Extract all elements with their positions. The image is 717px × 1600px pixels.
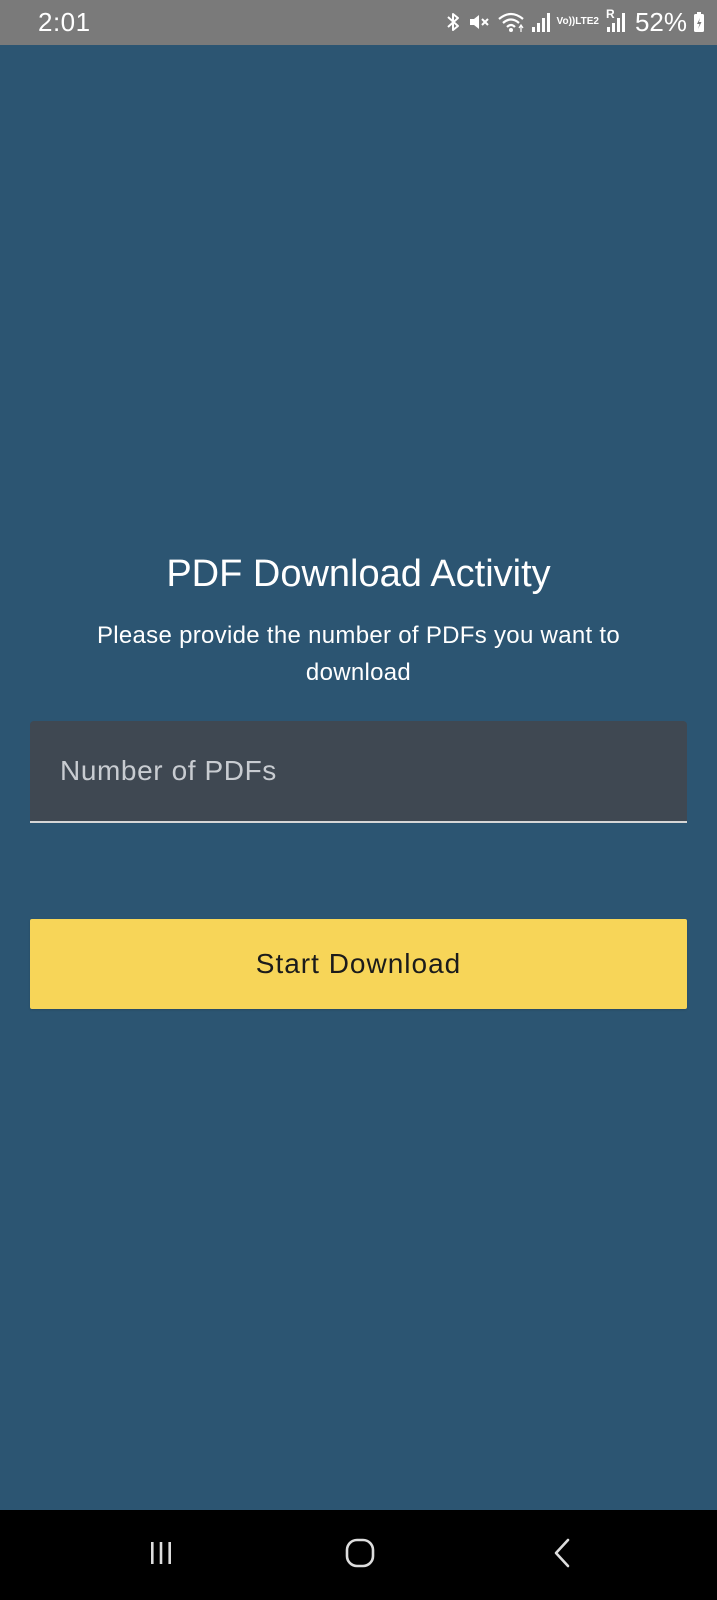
back-icon	[548, 1536, 578, 1575]
volte-icon: Vo)) LTE2	[557, 17, 599, 27]
battery-percent: 52%	[634, 7, 687, 37]
volte-bottom-label: LTE2	[575, 16, 599, 27]
roaming-signal-icon: R	[605, 7, 627, 33]
battery-icon	[693, 11, 705, 33]
signal-icon	[531, 11, 551, 33]
status-icons: Vo)) LTE2 R 52%	[445, 6, 705, 38]
back-button[interactable]	[533, 1528, 593, 1582]
recent-apps-icon	[146, 1538, 176, 1573]
home-icon	[343, 1536, 377, 1575]
start-download-button[interactable]: Start Download	[30, 919, 687, 1009]
status-time: 2:01	[38, 7, 91, 37]
bluetooth-icon	[445, 10, 461, 34]
home-button[interactable]	[330, 1528, 390, 1582]
status-bar: 2:01 Vo)) LTE2 R 52%	[0, 0, 717, 45]
navigation-bar	[0, 1510, 717, 1600]
roaming-label: R	[605, 7, 615, 21]
recent-apps-button[interactable]	[131, 1528, 191, 1582]
pdf-count-field[interactable]	[30, 721, 687, 823]
page-subtitle: Please provide the number of PDFs you wa…	[96, 622, 621, 686]
page-title: PDF Download Activity	[166, 553, 551, 595]
app-screen: PDF Download Activity Please provide the…	[0, 45, 717, 1510]
pdf-count-input[interactable]	[30, 721, 687, 821]
mute-icon	[467, 10, 491, 34]
volte-top-label: Vo))	[556, 16, 576, 27]
wifi-icon	[497, 10, 525, 34]
